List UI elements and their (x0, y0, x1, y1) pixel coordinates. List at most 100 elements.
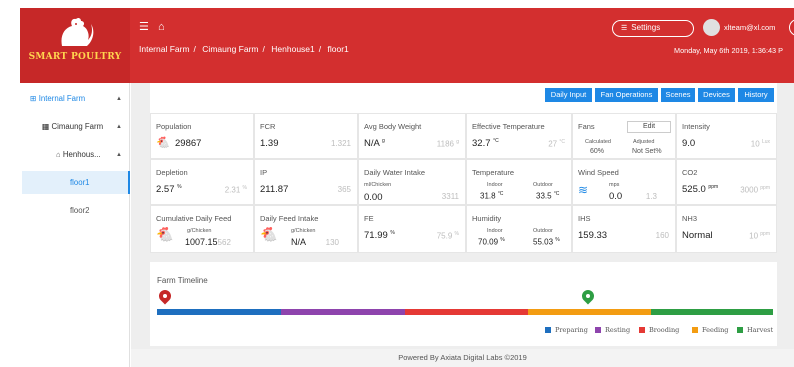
sidebar-item-internal-farm[interactable]: ⊞ Internal Farm ▲ (30, 94, 122, 103)
card-target: 160 (655, 231, 669, 240)
card-label: FE (364, 214, 374, 223)
history-button[interactable]: History (738, 88, 774, 102)
timeline-segment-harvest (651, 309, 773, 315)
card-unit: % (555, 237, 560, 243)
devices-button[interactable]: Devices (698, 88, 735, 102)
card-target-unit: % (242, 185, 247, 191)
card-fe: FE 71.99 % 75.9 % (358, 205, 466, 253)
card-ip: IP 211.87 365 (254, 159, 358, 205)
card-value: 211.87 (260, 184, 289, 195)
card-unit: °C (553, 191, 560, 197)
card-unit: °C (493, 138, 499, 144)
breadcrumb-cimaung-farm[interactable]: Cimaung Farm (202, 44, 258, 54)
legend-feeding: Feeding (692, 326, 728, 334)
home-icon[interactable]: ⌂ (158, 21, 165, 33)
card-label: NH3 (682, 214, 698, 223)
card-target-unit: Lux (761, 139, 770, 145)
daily-input-button[interactable]: Daily Input (545, 88, 592, 102)
card-sub: g/Chicken (187, 228, 212, 234)
card-target: 3000 (740, 185, 759, 195)
card-label: Daily Feed Intake (260, 214, 319, 223)
sidebar-item-henhouse[interactable]: ⌂ Henhous... ▲ (56, 150, 122, 159)
card-target: 10 (749, 231, 759, 241)
card-target: 3311 (441, 192, 459, 201)
indoor-label: Indoor (487, 228, 503, 234)
chevron-up-icon[interactable]: ▲ (116, 124, 122, 130)
card-value: 2.57 (156, 184, 175, 196)
indoor-value: 70.09 (478, 237, 499, 247)
card-target: 562 (217, 238, 231, 247)
card-daily-water-intake: Daily Water Intake ml/Chicken 0.00 3311 (358, 159, 466, 205)
marker-dot (586, 294, 590, 298)
card-unit: °C (497, 191, 504, 197)
card-target: 1.3 (645, 192, 657, 201)
house-icon: ⌂ (56, 150, 61, 159)
fans-calc-value: 60% (590, 148, 605, 155)
card-sub: ml/Chicken (364, 182, 392, 188)
card-unit: % (390, 230, 395, 236)
scenes-button[interactable]: Scenes (661, 88, 695, 102)
legend-harvest: Harvest (737, 326, 773, 334)
rooster-icon (54, 16, 94, 57)
chicken-icon: 🐔 (156, 137, 170, 149)
card-target: 75.9 (436, 231, 453, 241)
card-fcr: FCR 1.39 1.321 (254, 113, 358, 159)
card-label: Temperature (472, 168, 515, 177)
outdoor-label: Outdoor (533, 182, 553, 188)
card-value: 0.00 (364, 192, 383, 203)
chevron-up-icon[interactable]: ▲ (116, 96, 122, 102)
breadcrumb-internal-farm[interactable]: Internal Farm (139, 44, 190, 54)
indoor-value: 31.8 (480, 191, 496, 201)
timeline-segment-brooding (405, 309, 528, 315)
fans-adj-value: Not Set% (632, 148, 662, 155)
card-value: 29867 (175, 138, 202, 149)
logo-text: SMART POULTRY (28, 52, 122, 62)
menu-icon[interactable]: ☰ (139, 21, 149, 33)
fan-operations-button[interactable]: Fan Operations (595, 88, 658, 102)
card-target: 1.321 (330, 139, 351, 148)
card-sub: g/Chicken (291, 228, 316, 234)
logo[interactable]: SMART POULTRY (20, 8, 130, 83)
card-intensity: Intensity 9.0 10 Lux (676, 113, 777, 159)
card-target-unit: ppm (760, 231, 770, 237)
card-value: 1007.15 (185, 237, 218, 247)
card-value: 71.99 (364, 230, 388, 242)
breadcrumb-henhouse[interactable]: Henhouse1 (271, 44, 314, 54)
card-nh3: NH3 Normal 10 ppm (676, 205, 777, 253)
outdoor-value: 33.5 (536, 191, 552, 201)
user-email[interactable]: xlteam@xl.com (724, 23, 775, 32)
timeline-segment-resting (281, 309, 405, 315)
sidebar-item-cimaung-farm[interactable]: ▦ Cimaung Farm ▲ (42, 122, 122, 131)
farm-timeline (150, 262, 777, 346)
card-daily-feed-intake: Daily Feed Intake 🐔 g/Chicken N/A 130 (254, 205, 358, 253)
card-label: Humidity (472, 214, 502, 223)
card-fans: Fans Edit Calculated 60% Adjusted Not Se… (572, 113, 676, 159)
card-avg-body-weight: Avg Body Weight N/A g 1186 g (358, 113, 466, 159)
avatar[interactable] (703, 19, 720, 36)
chevron-up-icon[interactable]: ▲ (116, 152, 122, 158)
sidebar-item-floor1[interactable]: floor1 (70, 178, 90, 187)
card-unit: % (500, 237, 505, 243)
card-unit: % (177, 184, 182, 190)
card-label: Wind Speed (578, 168, 619, 177)
fans-edit-button[interactable]: Edit (627, 121, 671, 133)
card-temperature: Temperature Indoor 31.8 °C Outdoor 33.5 … (466, 159, 572, 205)
card-label: CO2 (682, 168, 698, 177)
card-label: FCR (260, 122, 276, 131)
card-unit: g (381, 138, 385, 144)
card-target: 1186 (436, 139, 454, 149)
card-label: Depletion (156, 168, 188, 177)
settings-icon: ☰ (621, 25, 628, 32)
legend-preparing: Preparing (545, 326, 588, 334)
card-target: 365 (337, 185, 351, 194)
card-value: 9.0 (682, 138, 696, 149)
breadcrumb: Internal Farm / Cimaung Farm / Henhouse1/ … (139, 44, 349, 54)
timeline-segment-preparing (157, 309, 281, 315)
card-value: 525.0 (682, 184, 706, 196)
card-label: Effective Temperature (472, 122, 545, 131)
sidebar-item-floor2[interactable]: floor2 (70, 206, 90, 215)
card-depletion: Depletion 2.57 % 2.31 % (150, 159, 254, 205)
card-unit: mps (609, 182, 620, 188)
card-value: N/A (291, 237, 307, 247)
settings-button[interactable]: ☰ Settings (612, 20, 694, 37)
